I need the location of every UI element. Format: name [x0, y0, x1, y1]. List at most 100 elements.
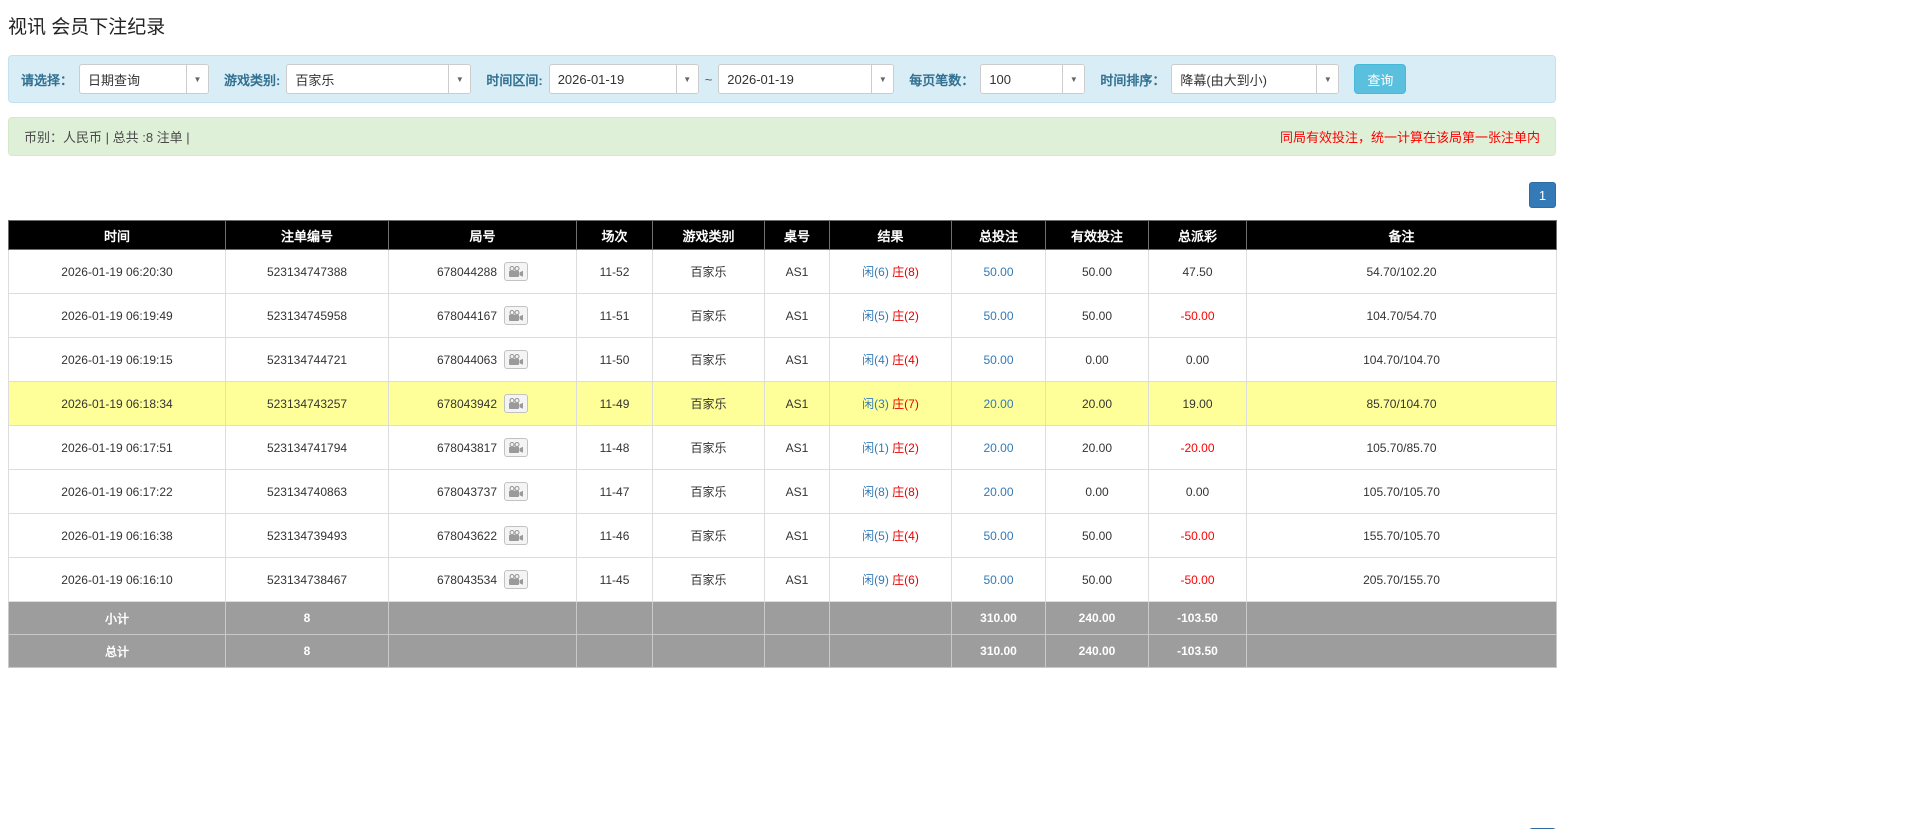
round-number: 678043534: [436, 572, 498, 587]
cell-total-bet: 20.00: [951, 425, 1046, 470]
game-type-select[interactable]: 百家乐 ▼: [286, 64, 472, 94]
summary-cell-table-no: [764, 634, 830, 668]
page-size-select[interactable]: 100 ▼: [980, 64, 1086, 94]
video-camera-icon[interactable]: [504, 570, 529, 589]
chevron-down-icon[interactable]: ▼: [1062, 65, 1085, 93]
summary-cell-bet-id: 8: [225, 601, 389, 635]
round-number: 678044063: [436, 352, 498, 367]
video-camera-icon[interactable]: [504, 306, 529, 325]
result-banker: 庄(2): [892, 309, 919, 323]
cell-valid-bet: 20.00: [1045, 381, 1149, 426]
table-row[interactable]: 2026-01-19 06:20:30 523134747388 678044288…: [8, 249, 1557, 294]
cell-payout: 0.00: [1148, 469, 1247, 514]
column-header-total-bet: 总投注: [951, 220, 1046, 250]
table-row[interactable]: 2026-01-19 06:16:10 523134738467 678043534…: [8, 557, 1557, 602]
round-number: 678043737: [436, 484, 498, 499]
summary-cell-payout: -103.50: [1148, 601, 1247, 635]
summary-cell-payout: -103.50: [1148, 634, 1247, 668]
column-header-session: 场次: [576, 220, 653, 250]
cell-round: 678044288: [388, 249, 577, 294]
cell-result: 闲(5) 庄(4): [829, 513, 952, 558]
summary-row: 总计 8 310.00 240.00 -103.50: [8, 634, 1557, 668]
cell-result: 闲(8) 庄(8): [829, 469, 952, 514]
chevron-down-icon[interactable]: ▼: [186, 65, 209, 93]
chevron-down-icon[interactable]: ▼: [448, 65, 471, 93]
cell-time: 2026-01-19 06:19:15: [8, 337, 226, 382]
result-banker: 庄(2): [892, 441, 919, 455]
cell-time: 2026-01-19 06:16:10: [8, 557, 226, 602]
cell-bet-id: 523134741794: [225, 425, 389, 470]
summary-cell-valid-bet: 240.00: [1045, 601, 1149, 635]
summary-cell-total-bet: 310.00: [951, 601, 1046, 635]
chevron-down-icon[interactable]: ▼: [675, 65, 698, 93]
query-type-select[interactable]: 日期查询 ▼: [79, 64, 210, 94]
chevron-down-icon[interactable]: ▼: [871, 65, 894, 93]
cell-total-bet: 50.00: [951, 249, 1046, 294]
total-bet-link[interactable]: 20.00: [983, 485, 1013, 499]
pagination-top: 1: [8, 182, 1556, 208]
cell-payout: -20.00: [1148, 425, 1247, 470]
total-bet-link[interactable]: 20.00: [983, 397, 1013, 411]
video-camera-icon[interactable]: [504, 394, 529, 413]
cell-table-no: AS1: [764, 249, 830, 294]
summary-cell-result: [829, 601, 952, 635]
date-from-select[interactable]: 2026-01-19 ▼: [548, 64, 699, 94]
round-wrap: 678043622: [436, 526, 529, 545]
table-row[interactable]: 2026-01-19 06:19:49 523134745958 678044167…: [8, 293, 1557, 338]
time-range-label: 时间区间:: [486, 72, 543, 88]
round-wrap: 678044167: [437, 306, 529, 325]
total-bet-link[interactable]: 50.00: [983, 265, 1013, 279]
summary-notice: 同局有效投注，统一计算在该局第一张注单内: [1279, 130, 1540, 145]
table-row[interactable]: 2026-01-19 06:17:51 523134741794 678043817…: [8, 425, 1557, 470]
cell-table-no: AS1: [764, 513, 830, 558]
cell-bet-id: 523134745958: [225, 293, 389, 338]
result-player: 闲(5): [862, 309, 889, 323]
summary-cell-remark: [1246, 601, 1557, 635]
page-1-button[interactable]: 1: [1529, 182, 1556, 208]
result-player: 闲(5): [862, 529, 889, 543]
total-bet-link[interactable]: 50.00: [983, 309, 1013, 323]
cell-remark: 105.70/85.70: [1246, 425, 1557, 470]
video-camera-icon[interactable]: [504, 526, 529, 545]
cell-remark: 85.70/104.70: [1246, 381, 1557, 426]
round-number: 678043622: [436, 528, 498, 543]
table-row[interactable]: 2026-01-19 06:16:38 523134739493 678043622…: [8, 513, 1557, 558]
cell-valid-bet: 50.00: [1045, 293, 1149, 338]
cell-remark: 54.70/102.20: [1246, 249, 1557, 294]
total-bet-link[interactable]: 50.00: [983, 353, 1013, 367]
video-camera-icon[interactable]: [504, 482, 529, 501]
total-bet-link[interactable]: 50.00: [983, 529, 1013, 543]
table-row[interactable]: 2026-01-19 06:19:15 523134744721 678044063…: [8, 337, 1557, 382]
game-type-value: 百家乐: [295, 72, 335, 88]
video-camera-icon[interactable]: [504, 350, 529, 369]
time-sort-label: 时间排序：: [1100, 72, 1166, 88]
cell-session: 11-47: [576, 469, 653, 514]
cell-result: 闲(1) 庄(2): [829, 425, 952, 470]
column-header-table-no: 桌号: [764, 220, 830, 250]
date-to-select[interactable]: 2026-01-19 ▼: [718, 64, 895, 94]
summary-cell-time: 总计: [8, 634, 226, 668]
cell-payout: 47.50: [1148, 249, 1247, 294]
cell-round: 678044167: [388, 293, 577, 338]
cell-payout: -50.00: [1148, 557, 1247, 602]
cell-table-no: AS1: [764, 337, 830, 382]
cell-bet-id: 523134743257: [225, 381, 389, 426]
table-row[interactable]: 2026-01-19 06:18:34 523134743257 678043942…: [8, 381, 1557, 426]
table-row[interactable]: 2026-01-19 06:17:22 523134740863 678043737…: [8, 469, 1557, 514]
chevron-down-icon[interactable]: ▼: [1316, 65, 1339, 93]
cell-remark: 205.70/155.70: [1246, 557, 1557, 602]
video-camera-icon[interactable]: [504, 262, 529, 281]
column-header-valid-bet: 有效投注: [1045, 220, 1149, 250]
cell-valid-bet: 20.00: [1045, 425, 1149, 470]
search-button[interactable]: 查询: [1354, 64, 1407, 94]
cell-bet-id: 523134744721: [225, 337, 389, 382]
total-bet-link[interactable]: 20.00: [983, 441, 1013, 455]
total-bet-link[interactable]: 50.00: [983, 573, 1013, 587]
summary-totals: 币别：人民币 | 总共 :8 注单 |: [24, 130, 190, 145]
time-sort-select[interactable]: 降幕(由大到小) ▼: [1171, 64, 1340, 94]
cell-session: 11-48: [576, 425, 653, 470]
round-wrap: 678044288: [437, 262, 529, 281]
video-camera-icon[interactable]: [504, 438, 529, 457]
cell-round: 678043622: [388, 513, 577, 558]
result-banker: 庄(4): [892, 529, 919, 543]
